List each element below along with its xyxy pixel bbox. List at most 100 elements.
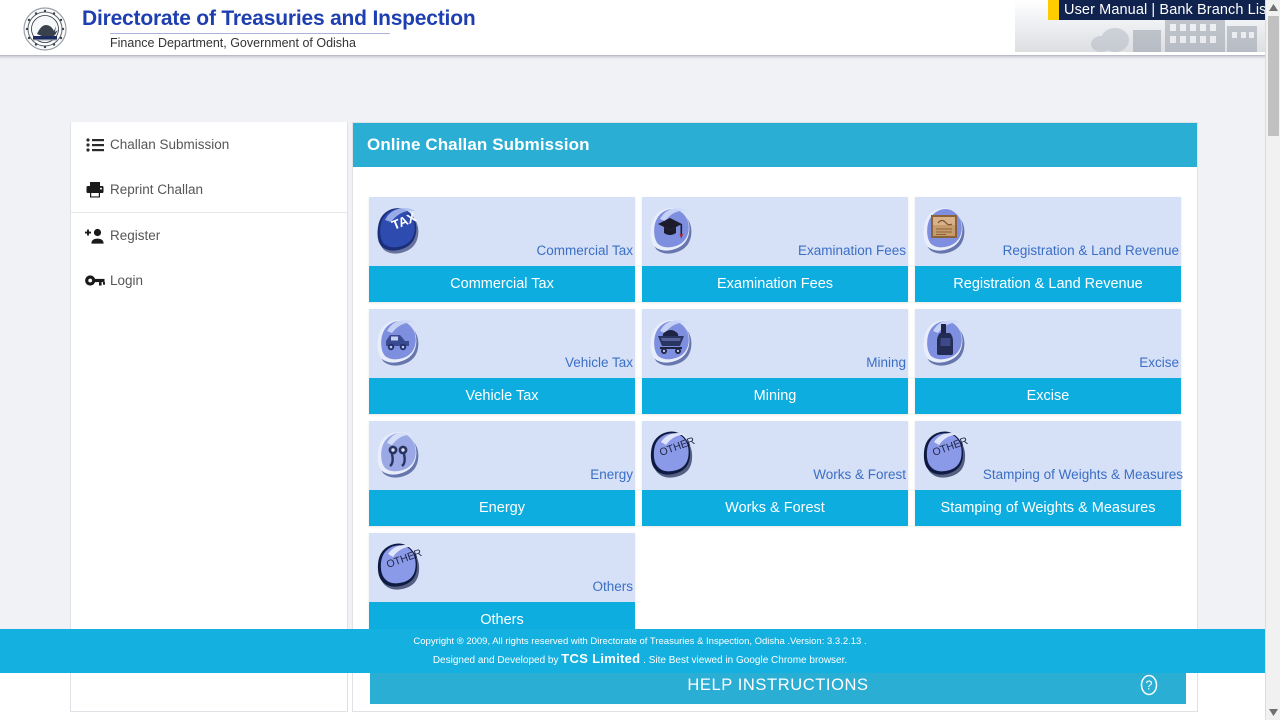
tile-bar[interactable]: Energy [369, 490, 635, 526]
tile-excise[interactable]: Excise Excise [915, 309, 1181, 414]
sidebar-item-login[interactable]: Login [71, 258, 347, 303]
tile-bar[interactable]: Commercial Tax [369, 266, 635, 302]
sidebar-item-label: Login [110, 273, 144, 288]
vehicle-badge-icon [372, 312, 434, 374]
sidebar-group-challan: Challan Submission Reprint Challan [71, 122, 347, 213]
sidebar-group-account: Register Login [71, 213, 347, 303]
tile-top-label: Others [592, 579, 633, 594]
tile-top: OTHER Others [369, 533, 635, 602]
page-body: Challan Submission Reprint Challan Regis… [0, 60, 1280, 712]
tile-registration-land-revenue[interactable]: Registration & Land Revenue Registration… [915, 197, 1181, 302]
tile-top-label: Stamping of Weights & Measures [982, 467, 1183, 482]
panel-header: Online Challan Submission [353, 123, 1197, 167]
page-title: Directorate of Treasuries and Inspection [82, 7, 476, 30]
tile-bar-label: Examination Fees [716, 276, 834, 292]
footer-browser-note: Some features of this site may not work … [0, 669, 1280, 673]
tile-works-forest[interactable]: OTHER Works & Forest Works & Forest [642, 421, 908, 526]
panel-title: Online Challan Submission [367, 135, 590, 154]
tile-top: TAX Commercial Tax [369, 197, 635, 266]
tile-top-label: Works & Forest [813, 467, 906, 482]
scroll-up-arrow-icon[interactable] [1266, 0, 1280, 15]
tile-top: Examination Fees [642, 197, 908, 266]
tile-commercial-tax[interactable]: TAX Commercial Tax Commercial Tax [369, 197, 635, 302]
sidebar-item-register[interactable]: Register [71, 213, 347, 258]
brand-divider [110, 33, 390, 34]
mining-cart-badge-icon [645, 312, 707, 374]
main-panel: Online Challan Submission TAX Commercial… [352, 122, 1198, 712]
footer-developer-post: . Site Best viewed in Google Chrome brow… [640, 655, 848, 666]
tile-energy[interactable]: Energy Energy [369, 421, 635, 526]
sidebar-item-reprint-challan[interactable]: Reprint Challan [71, 167, 347, 212]
tile-examination-fees[interactable]: Examination Fees Examination Fees [642, 197, 908, 302]
header-right-panel: User Manual | Bank Branch List [1015, 0, 1265, 52]
tile-bar-label: Works & Forest [725, 500, 825, 516]
tile-top-label: Energy [590, 467, 633, 482]
tile-stamping-weights-measures[interactable]: OTHER Stamping of Weights & Measures Sta… [915, 421, 1183, 526]
sidebar-item-challan-submission[interactable]: Challan Submission [71, 122, 347, 167]
site-footer: Copyright ® 2009, All rights reserved wi… [0, 629, 1280, 673]
odisha-state-emblem-icon [18, 6, 73, 52]
tile-bar[interactable]: Stamping of Weights & Measures [915, 490, 1181, 526]
brand-block: Directorate of Treasuries and Inspection… [82, 6, 476, 51]
tile-top: Vehicle Tax [369, 309, 635, 378]
header-links-label[interactable]: User Manual | Bank Branch List [1064, 2, 1265, 18]
tile-bar-label: Others [480, 612, 524, 628]
tile-top-label: Examination Fees [797, 243, 906, 258]
question-mark-icon[interactable]: ? [1138, 674, 1160, 696]
tile-bar-label: Vehicle Tax [465, 388, 539, 404]
site-header: Directorate of Treasuries and Inspection… [0, 0, 1280, 55]
tile-bar-label: Commercial Tax [450, 276, 554, 292]
tile-top: OTHER Works & Forest [642, 421, 908, 490]
footer-developer-pre: Designed and Developed by [432, 655, 562, 666]
sidebar-item-label: Reprint Challan [110, 182, 204, 197]
sidebar-item-label: Challan Submission [110, 137, 230, 152]
page-scrollbar[interactable] [1265, 0, 1280, 720]
tile-top: OTHER Stamping of Weights & Measures [915, 421, 1183, 490]
tile-bar[interactable]: Vehicle Tax [369, 378, 635, 414]
tile-bar[interactable]: Registration & Land Revenue [915, 266, 1181, 302]
tile-bar[interactable]: Mining [642, 378, 908, 414]
tile-bar[interactable]: Examination Fees [642, 266, 908, 302]
help-instructions-label: HELP INSTRUCTIONS [687, 675, 869, 694]
tile-top: Mining [642, 309, 908, 378]
sidebar-item-label: Register [110, 228, 161, 243]
brand-subtitle: Finance Department, Government of Odisha [110, 36, 356, 50]
tile-top: Energy [369, 421, 635, 490]
panel-body: TAX Commercial Tax Commercial Tax Examin… [353, 167, 1197, 704]
tile-vehicle-tax[interactable]: Vehicle Tax Vehicle Tax [369, 309, 635, 414]
other-badge-icon: OTHER [645, 424, 707, 486]
tile-bar[interactable]: Excise [915, 378, 1181, 414]
graduation-cap-badge-icon [645, 200, 707, 262]
tile-bar-label: Mining [753, 388, 797, 404]
scroll-down-arrow-icon[interactable] [1266, 705, 1280, 720]
tile-bar-label: Registration & Land Revenue [953, 276, 1143, 292]
footer-copyright: Copyright ® 2009, All rights reserved wi… [413, 636, 867, 647]
tile-top-label: Commercial Tax [536, 243, 633, 258]
other-badge-icon: OTHER [918, 424, 980, 486]
bottle-badge-icon [918, 312, 980, 374]
tile-bar[interactable]: Works & Forest [642, 490, 908, 526]
tile-top-label: Excise [1139, 355, 1179, 370]
tile-top-label: Registration & Land Revenue [1002, 243, 1179, 258]
list-icon [84, 135, 106, 155]
tile-bar-label: Stamping of Weights & Measures [940, 500, 1156, 516]
tile-bar-label: Energy [479, 500, 525, 516]
tile-top-label: Mining [866, 355, 906, 370]
footer-developer: Designed and Developed by TCS Limited . … [0, 650, 1280, 669]
header-links-bar[interactable]: User Manual | Bank Branch List [1048, 0, 1265, 20]
tile-top: Excise [915, 309, 1181, 378]
tile-mining[interactable]: Mining Mining [642, 309, 908, 414]
land-document-badge-icon [918, 200, 980, 262]
printer-icon [84, 180, 106, 200]
tile-top: Registration & Land Revenue [915, 197, 1181, 266]
service-tile-grid: TAX Commercial Tax Commercial Tax Examin… [369, 197, 1183, 638]
key-icon [84, 271, 106, 291]
energy-plug-badge-icon [372, 424, 434, 486]
user-add-icon [84, 226, 106, 246]
tile-bar-label: Excise [1026, 388, 1070, 404]
tile-others[interactable]: OTHER Others Others [369, 533, 635, 638]
svg-text:?: ? [1146, 679, 1153, 693]
footer-developer-brand: TCS Limited [561, 651, 641, 666]
other-badge-icon: OTHER [372, 536, 434, 598]
scrollbar-thumb[interactable] [1268, 16, 1279, 136]
